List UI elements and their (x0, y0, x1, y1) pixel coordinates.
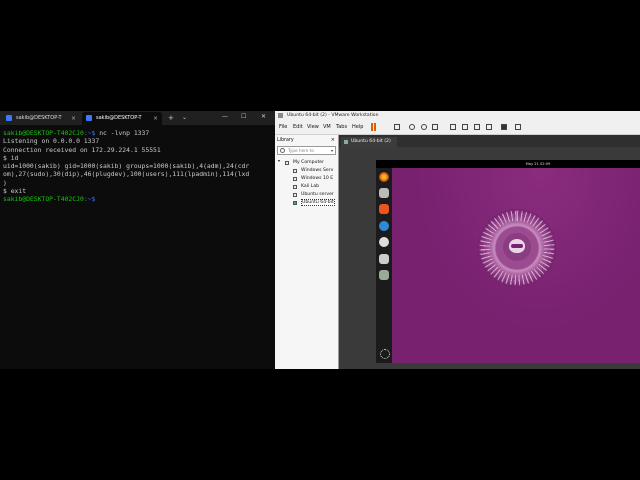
menu-view[interactable]: View (307, 120, 319, 134)
command-line: nc -lvnp 1337 (95, 129, 150, 137)
thumbnail-view-icon[interactable] (462, 124, 468, 130)
new-tab-button[interactable]: + (168, 111, 174, 125)
output-line: om),27(sudo),30(dip),46(plugdev),100(use… (3, 170, 250, 179)
terminal-icon (6, 115, 12, 121)
revert-snapshot-icon[interactable] (421, 124, 427, 130)
prompt-user: sakib@DESKTOP-T402CJ0 (3, 195, 84, 204)
terminal-tab-label: sakib@DESKTOP-T (16, 115, 62, 121)
close-library-icon[interactable]: × (331, 137, 335, 143)
menu-edit[interactable]: Edit (293, 120, 303, 134)
terminal-tab-1[interactable]: sakib@DESKTOP-T × (2, 112, 80, 125)
pause-icon[interactable] (371, 123, 376, 131)
library-title: Library (277, 138, 294, 143)
menu-file[interactable]: File (279, 120, 287, 134)
menu-vm[interactable]: VM (323, 120, 331, 134)
vm-tabbar: Ubuntu 64-bit (2) (339, 135, 640, 147)
terminal-window[interactable]: sakib@DESKTOP-T × sakib@DESKTOP-T × + ⌄ … (0, 111, 275, 369)
search-icon (280, 148, 285, 153)
library-search-input[interactable]: Type here to ▾ (277, 146, 336, 155)
vm-icon (344, 140, 348, 144)
chevron-down-icon[interactable]: ▾ (331, 147, 333, 154)
help-icon[interactable] (379, 221, 389, 231)
drive-icon[interactable] (379, 254, 389, 264)
console-view-icon[interactable] (501, 124, 507, 130)
prompt-path: :~$ (83, 129, 96, 137)
snapshot-manager-icon[interactable] (432, 124, 438, 130)
vm-tab-label: Ubuntu 64-bit (2) (351, 139, 391, 144)
tree-item-vm-selected[interactable]: Ubuntu 64-bit (275, 199, 338, 207)
library-header: Library × (275, 135, 338, 144)
library-view-icon[interactable] (450, 124, 456, 130)
ubuntu-desktop[interactable] (392, 168, 640, 363)
vmware-window[interactable]: Ubuntu 64-bit (2) - VMware Workstation F… (275, 111, 640, 369)
maximize-button[interactable]: ☐ (241, 111, 246, 123)
library-panel: Library × Type here to ▾ ▾ My Computer W… (275, 135, 339, 369)
vmware-titlebar: Ubuntu 64-bit (2) - VMware Workstation (275, 111, 640, 120)
guest-clock[interactable]: May 21 02:09 (526, 162, 551, 166)
tree-item-vm[interactable]: Windows 10 E (275, 175, 338, 183)
vm-running-icon (293, 201, 297, 205)
ubuntu-wallpaper-logo (478, 209, 556, 287)
prompt-path: :~$ (83, 195, 96, 204)
output-line: ) (3, 178, 7, 187)
tab-dropdown-button[interactable]: ⌄ (182, 111, 187, 125)
ubuntu-dock (376, 168, 392, 363)
menu-tabs[interactable]: Tabs (336, 120, 347, 134)
close-tab-icon[interactable]: × (153, 112, 158, 125)
stretch-view-icon[interactable] (515, 124, 521, 130)
tree-item-my-computer[interactable]: ▾ My Computer (275, 159, 338, 167)
output-line: Listening on 0.0.0.0 1337 (3, 137, 100, 146)
raccoon-logo-icon (503, 233, 531, 261)
vmware-title: Ubuntu 64-bit (2) - VMware Workstation (287, 113, 379, 118)
prompt-user: sakib@DESKTOP-T402CJ0 (3, 129, 84, 137)
terminal-tab-2[interactable]: sakib@DESKTOP-T × (82, 112, 162, 125)
vm-icon (293, 169, 297, 173)
tree-item-vm[interactable]: Kali Lab (275, 183, 338, 191)
vmware-menubar: File Edit View VM Tabs Help (275, 120, 640, 135)
disc-icon[interactable] (379, 237, 389, 247)
output-line: $ id (3, 153, 19, 162)
tree-item-vm[interactable]: Ubuntu server (275, 191, 338, 199)
vmware-icon (278, 113, 283, 118)
tree-item-vm[interactable]: Windows Serv (275, 167, 338, 175)
terminal-icon (86, 115, 92, 121)
vm-icon (293, 177, 297, 181)
app-center-icon[interactable] (379, 204, 389, 214)
ubuntu-top-bar: May 21 02:09 (376, 160, 640, 168)
menu-help[interactable]: Help (352, 120, 363, 134)
firefox-icon[interactable] (379, 172, 389, 182)
library-tree: ▾ My Computer Windows Serv Windows 10 E … (275, 159, 338, 207)
vm-tab[interactable]: Ubuntu 64-bit (2) (341, 137, 397, 147)
vm-console-area[interactable]: Ubuntu 64-bit (2) May 21 02:09 (339, 135, 640, 369)
send-keys-icon[interactable] (394, 124, 400, 130)
unity-icon[interactable] (486, 124, 492, 130)
close-window-button[interactable]: ✕ (261, 111, 266, 123)
trash-icon[interactable] (379, 270, 389, 280)
terminal-output[interactable]: sakib@DESKTOP-T402CJ0:~$ nc -lvnp 1337 L… (3, 129, 273, 204)
vm-icon (293, 185, 297, 189)
ubuntu-guest-screen[interactable]: May 21 02:09 (376, 160, 640, 363)
terminal-tab-label: sakib@DESKTOP-T (96, 115, 142, 121)
fullscreen-icon[interactable] (474, 124, 480, 130)
vm-icon (293, 193, 297, 197)
output-line: uid=1000(sakib) gid=1000(sakib) groups=1… (3, 162, 250, 171)
snapshot-icon[interactable] (409, 124, 415, 130)
search-placeholder: Type here to (288, 148, 314, 153)
show-apps-icon[interactable] (380, 349, 390, 359)
files-icon[interactable] (379, 188, 389, 198)
terminal-tabbar: sakib@DESKTOP-T × sakib@DESKTOP-T × + ⌄ … (0, 111, 275, 125)
output-line: $ exit (3, 187, 27, 196)
minimize-button[interactable]: — (222, 111, 228, 123)
computer-icon (285, 161, 289, 165)
output-line: Connection received on 172.29.224.1 5555… (3, 145, 161, 154)
close-tab-icon[interactable]: × (71, 112, 76, 125)
